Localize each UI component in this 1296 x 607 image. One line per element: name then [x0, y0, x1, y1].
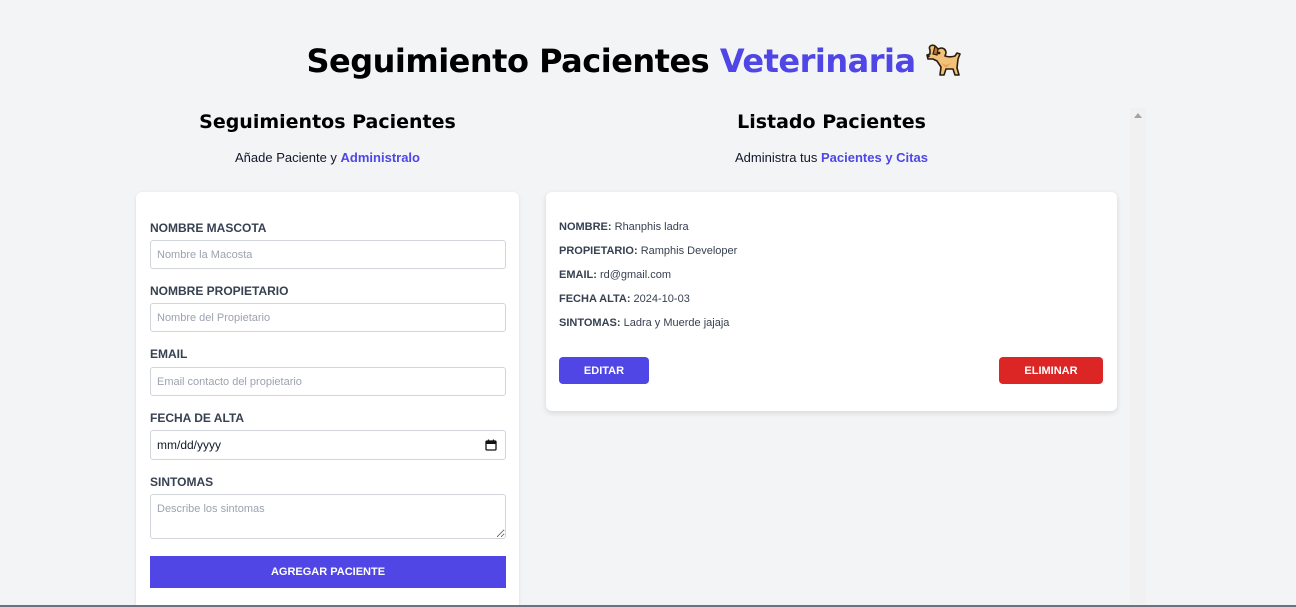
owner-name-label: NOMBRE PROPIETARIO	[150, 284, 289, 298]
add-patient-button[interactable]: AGREGAR PACIENTE	[150, 556, 506, 588]
calendar-icon[interactable]	[485, 439, 497, 451]
dog-icon	[924, 44, 962, 86]
list-subtitle-highlight: Pacientes y Citas	[821, 150, 928, 165]
title-main-text: Seguimiento Pacientes	[306, 42, 710, 80]
patient-symptoms-row: SINTOMAS: Ladra y Muerde jajaja	[559, 317, 729, 329]
pet-name-label: NOMBRE MASCOTA	[150, 221, 267, 235]
patient-email-value: rd@gmail.com	[599, 269, 672, 281]
page-title: Seguimiento Pacientes Veterinaria	[0, 42, 1268, 86]
list-subtitle-prefix: Administra tus	[735, 150, 818, 165]
list-heading: Listado Pacientes	[737, 111, 926, 133]
patient-owner-row: PROPIETARIO: Ramphis Developer	[559, 245, 737, 257]
edit-button[interactable]: EDITAR	[559, 357, 649, 384]
patient-name-row: NOMBRE: Rhanphis ladra	[559, 221, 689, 233]
title-accent-text: Veterinaria	[719, 42, 916, 80]
patient-date-row: FECHA ALTA: 2024-10-03	[559, 293, 690, 305]
patient-date-value: 2024-10-03	[633, 293, 690, 305]
email-label: EMAIL	[150, 347, 188, 361]
patient-name-key: NOMBRE:	[559, 221, 612, 233]
email-input[interactable]	[150, 367, 506, 396]
patient-owner-value: Ramphis Developer	[640, 245, 738, 257]
patient-symptoms-value: Ladra y Muerde jajaja	[623, 317, 730, 329]
pet-name-input[interactable]	[150, 240, 506, 269]
list-scrollbar[interactable]	[1130, 108, 1146, 607]
patient-date-key: FECHA ALTA:	[559, 293, 631, 305]
patient-symptoms-key: SINTOMAS:	[559, 317, 621, 329]
patient-card: NOMBRE: Rhanphis ladra PROPIETARIO: Ramp…	[546, 192, 1117, 411]
patient-owner-key: PROPIETARIO:	[559, 245, 638, 257]
form-heading: Seguimientos Pacientes	[199, 111, 456, 133]
form-subtitle-prefix: Añade Paciente y	[235, 150, 337, 165]
owner-name-input[interactable]	[150, 303, 506, 332]
discharge-date-input[interactable]: mm/dd/yyyy	[150, 430, 506, 460]
patient-email-row: EMAIL: rd@gmail.com	[559, 269, 671, 281]
date-placeholder: mm/dd/yyyy	[157, 438, 222, 452]
patient-form: NOMBRE MASCOTA NOMBRE PROPIETARIO EMAIL …	[136, 192, 519, 607]
symptoms-textarea[interactable]	[150, 494, 506, 539]
scroll-up-arrow-icon[interactable]	[1130, 112, 1146, 122]
form-subtitle: Añade Paciente y Administralo	[136, 150, 519, 165]
patient-name-value: Rhanphis ladra	[614, 221, 689, 233]
app-page: Seguimiento Pacientes Veterinaria Seguim…	[0, 0, 1296, 607]
form-subtitle-highlight: Administralo	[340, 150, 420, 165]
patient-email-key: EMAIL:	[559, 269, 597, 281]
symptoms-label: SINTOMAS	[150, 475, 214, 489]
list-subtitle: Administra tus Pacientes y Citas	[546, 150, 1117, 165]
discharge-date-label: FECHA DE ALTA	[150, 411, 244, 425]
delete-button[interactable]: ELIMINAR	[999, 357, 1103, 384]
